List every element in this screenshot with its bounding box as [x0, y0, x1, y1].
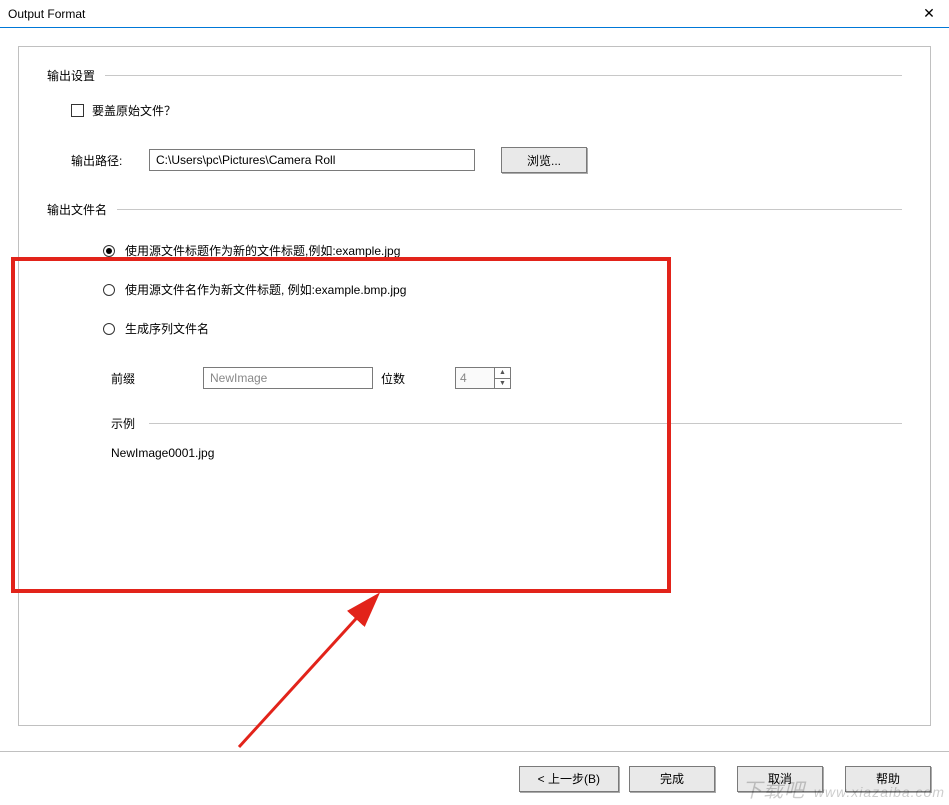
bottom-bar: < 上一步(B) 完成 取消 帮助 [0, 751, 949, 805]
radio-label: 使用源文件标题作为新的文件标题,例如:example.jpg [125, 242, 400, 259]
radio-row-sequence[interactable]: 生成序列文件名 [47, 320, 902, 337]
cancel-button[interactable]: 取消 [737, 766, 823, 792]
radio-source-name[interactable] [103, 284, 115, 296]
section-label: 输出文件名 [47, 201, 117, 218]
digits-input [456, 368, 494, 388]
prefix-input [203, 367, 373, 389]
radio-label: 使用源文件名作为新文件标题, 例如:example.bmp.jpg [125, 281, 406, 298]
titlebar: Output Format ✕ [0, 0, 949, 28]
finish-button[interactable]: 完成 [629, 766, 715, 792]
spinner-down-icon: ▼ [495, 379, 510, 389]
radio-sequence[interactable] [103, 323, 115, 335]
spinner-arrows: ▲ ▼ [494, 368, 510, 388]
annotation-arrow-icon [219, 587, 399, 757]
output-path-label: 输出路径: [71, 152, 149, 169]
radio-row-source-name[interactable]: 使用源文件名作为新文件标题, 例如:example.bmp.jpg [47, 281, 902, 298]
output-path-input[interactable] [149, 149, 475, 171]
section-label: 输出设置 [47, 67, 105, 84]
output-path-row: 输出路径: 浏览... [47, 147, 902, 173]
help-button[interactable]: 帮助 [845, 766, 931, 792]
output-filename-section: 输出文件名 使用源文件标题作为新的文件标题,例如:example.jpg 使用源… [47, 201, 902, 460]
radio-source-title[interactable] [103, 245, 115, 257]
spinner-up-icon: ▲ [495, 368, 510, 379]
content-area: 输出设置 要盖原始文件？ 输出路径: 浏览... 输出文件名 使用源文件 [0, 28, 949, 744]
radio-row-source-title[interactable]: 使用源文件标题作为新的文件标题,例如:example.jpg [47, 242, 902, 259]
window-title: Output Format [8, 7, 85, 21]
prefix-label: 前缀 [111, 370, 203, 387]
section-title-output-filename: 输出文件名 [47, 201, 902, 218]
section-title-output-settings: 输出设置 [47, 67, 902, 84]
overwrite-row: 要盖原始文件？ [47, 102, 902, 119]
digits-label: 位数 [373, 370, 415, 387]
back-button[interactable]: < 上一步(B) [519, 766, 619, 792]
overwrite-label: 要盖原始文件？ [92, 102, 176, 119]
close-icon: ✕ [923, 5, 935, 22]
inner-panel: 输出设置 要盖原始文件？ 输出路径: 浏览... 输出文件名 使用源文件 [18, 46, 931, 726]
example-label: 示例 [111, 415, 149, 432]
radio-label: 生成序列文件名 [125, 320, 209, 337]
divider [149, 423, 902, 424]
divider [105, 75, 902, 76]
digits-spinner: ▲ ▼ [455, 367, 511, 389]
output-settings-section: 输出设置 要盖原始文件？ 输出路径: 浏览... [47, 67, 902, 173]
example-value: NewImage0001.jpg [47, 446, 902, 460]
overwrite-checkbox[interactable] [71, 104, 84, 117]
close-button[interactable]: ✕ [909, 0, 949, 28]
example-title-row: 示例 [47, 415, 902, 432]
divider [117, 209, 902, 210]
browse-button[interactable]: 浏览... [501, 147, 587, 173]
prefix-row: 前缀 位数 ▲ ▼ [47, 367, 902, 389]
